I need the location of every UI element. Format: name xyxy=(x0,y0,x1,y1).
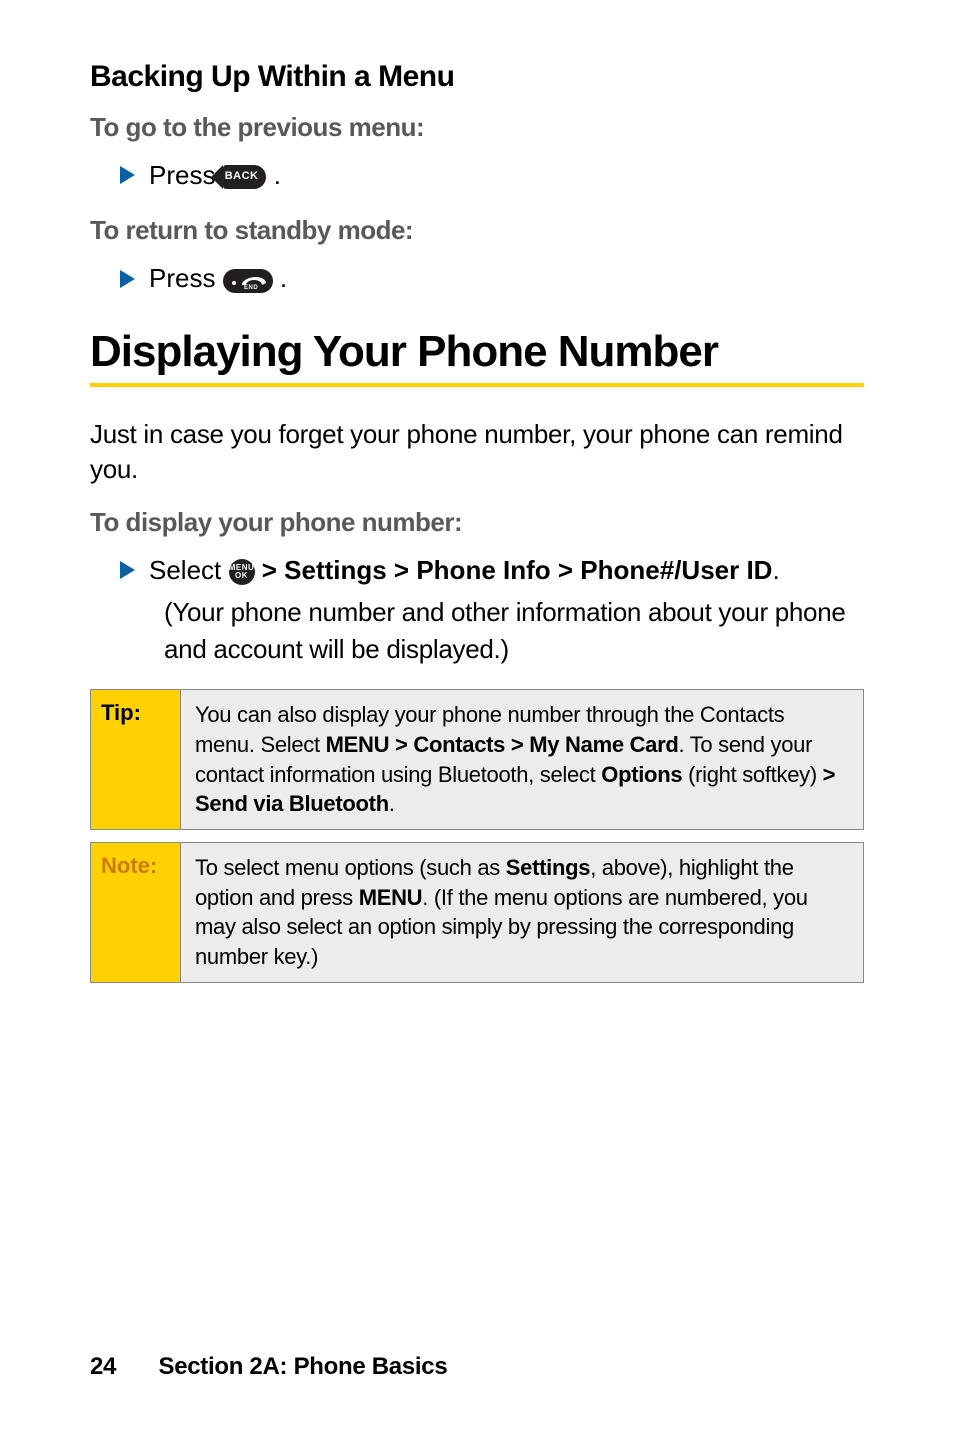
tip-body: You can also display your phone number t… xyxy=(181,690,863,829)
svg-text:END: END xyxy=(244,285,258,290)
section-label: Section 2A: Phone Basics xyxy=(158,1353,447,1380)
tip-text: . xyxy=(389,791,395,816)
note-text: To select menu options (such as xyxy=(195,855,506,880)
page-number: 24 xyxy=(90,1353,116,1380)
period: . xyxy=(280,263,287,293)
back-key-icon: BACK xyxy=(223,165,267,189)
heading-underline xyxy=(90,383,864,387)
page-footer: 24 Section 2A: Phone Basics xyxy=(90,1353,447,1381)
page-title: Displaying Your Phone Number xyxy=(90,327,864,377)
menu-path: > Settings > Phone Info > Phone#/User ID xyxy=(262,555,773,585)
note-box: Note: To select menu options (such as Se… xyxy=(90,842,864,983)
tip-text: (right softkey) xyxy=(688,762,823,787)
tip-box: Tip: You can also display your phone num… xyxy=(90,689,864,830)
task-heading-display-number: To display your phone number: xyxy=(90,507,864,538)
tip-label: Tip: xyxy=(91,690,181,829)
step-press-back: Press BACK . xyxy=(90,157,864,193)
tip-bold: Options xyxy=(601,762,688,787)
intro-paragraph: Just in case you forget your phone numbe… xyxy=(90,417,864,487)
task-heading-return-standby: To return to standby mode: xyxy=(90,215,864,246)
menu-ok-key-icon: MENU OK xyxy=(229,559,255,585)
subsection-heading: Backing Up Within a Menu xyxy=(90,60,864,94)
bullet-triangle-icon xyxy=(120,270,135,288)
task-heading-go-previous: To go to the previous menu: xyxy=(90,112,864,143)
end-key-icon: END xyxy=(223,269,273,293)
step-press-end: Press END . xyxy=(90,260,864,296)
note-bold: Settings xyxy=(506,855,590,880)
period: . xyxy=(772,555,779,585)
press-label: Press xyxy=(149,263,223,293)
menu-key-line2: OK xyxy=(235,572,248,580)
note-label: Note: xyxy=(91,843,181,982)
tip-bold: MENU > Contacts > My Name Card xyxy=(326,732,679,757)
select-label: Select xyxy=(149,555,229,585)
note-body: To select menu options (such as Settings… xyxy=(181,843,863,982)
note-bold: MENU xyxy=(359,885,423,910)
step-select-menu-path: Select MENU OK > Settings > Phone Info >… xyxy=(90,552,864,588)
step-continuation: (Your phone number and other information… xyxy=(90,594,864,667)
period: . xyxy=(274,160,281,190)
bullet-triangle-icon xyxy=(120,166,135,184)
bullet-triangle-icon xyxy=(120,561,135,579)
